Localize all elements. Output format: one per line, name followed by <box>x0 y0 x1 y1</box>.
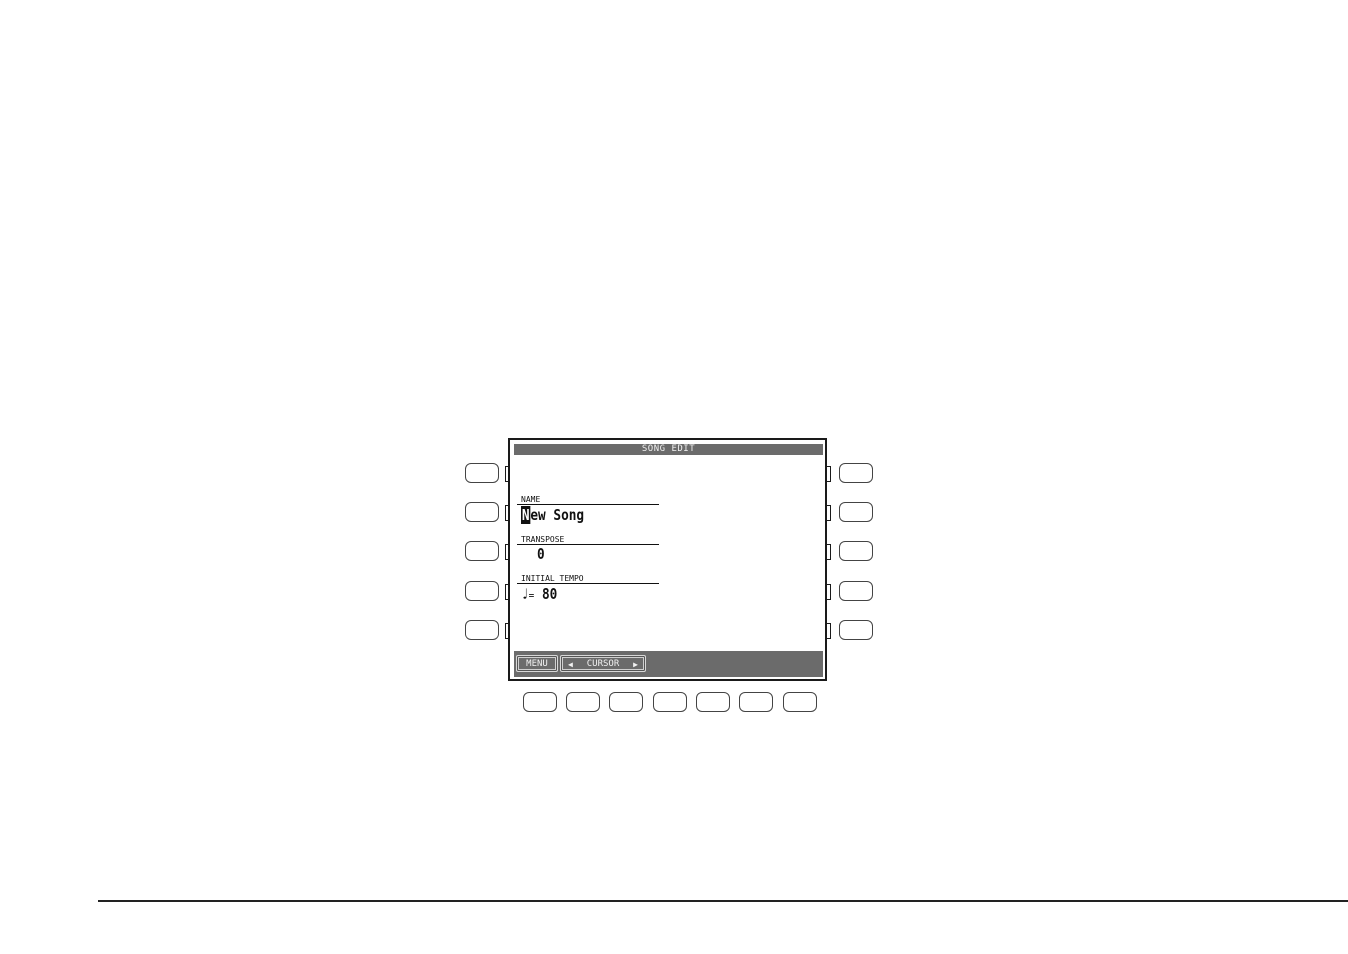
left-function-button-2[interactable] <box>465 502 499 522</box>
screen-title: SONG EDIT <box>514 444 823 455</box>
lcd-screen: SONG EDIT NAME New Song TRANSPOSE 0 INIT… <box>508 438 827 681</box>
lcd-frame-notch <box>827 466 831 482</box>
bottom-function-button-6[interactable] <box>739 692 773 712</box>
transpose-value[interactable]: 0 <box>537 546 545 562</box>
left-function-button-3[interactable] <box>465 541 499 561</box>
lcd-frame-notch <box>827 544 831 560</box>
transpose-label: TRANSPOSE <box>517 535 659 545</box>
bottom-function-button-5[interactable] <box>696 692 730 712</box>
equals-sign: = <box>528 589 535 602</box>
tempo-value: 80 <box>541 585 558 603</box>
initial-tempo-label: INITIAL TEMPO <box>517 574 659 584</box>
soft-button-bar: MENU ◀ CURSOR ▶ <box>514 651 823 677</box>
bottom-function-button-3[interactable] <box>609 692 643 712</box>
lcd-frame-notch <box>827 623 831 639</box>
page-divider <box>98 900 1348 902</box>
left-function-button-4[interactable] <box>465 581 499 601</box>
name-value: ew Song <box>530 506 585 524</box>
name-field[interactable]: New Song <box>521 506 585 524</box>
quarter-note-icon: ♩ <box>521 585 529 603</box>
bottom-function-button-7[interactable] <box>783 692 817 712</box>
right-function-button-5[interactable] <box>839 620 873 640</box>
name-label: NAME <box>517 495 659 505</box>
right-function-button-3[interactable] <box>839 541 873 561</box>
bottom-function-button-1[interactable] <box>523 692 557 712</box>
left-function-button-1[interactable] <box>465 463 499 483</box>
cursor-button[interactable]: ◀ CURSOR ▶ <box>560 655 646 672</box>
bottom-function-button-2[interactable] <box>566 692 600 712</box>
lcd-frame-notch <box>827 584 831 600</box>
arrow-right-icon: ▶ <box>633 660 638 669</box>
right-function-button-1[interactable] <box>839 463 873 483</box>
lcd-frame-notch <box>827 505 831 521</box>
initial-tempo-field[interactable]: ♩= 80 <box>521 586 557 604</box>
bottom-function-button-4[interactable] <box>653 692 687 712</box>
text-cursor: N <box>521 506 531 524</box>
menu-button[interactable]: MENU <box>516 655 558 672</box>
left-function-button-5[interactable] <box>465 620 499 640</box>
right-function-button-2[interactable] <box>839 502 873 522</box>
right-function-button-4[interactable] <box>839 581 873 601</box>
